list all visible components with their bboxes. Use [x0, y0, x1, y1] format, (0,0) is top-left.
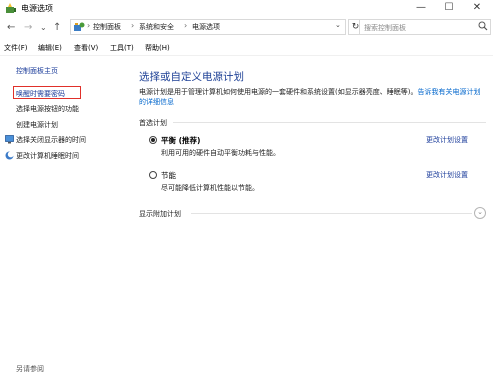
section-divider — [173, 122, 486, 123]
balanced-plan-name[interactable]: 平衡 (推荐) — [161, 135, 200, 146]
power-saver-change-settings-link[interactable]: 更改计划设置 — [426, 170, 468, 180]
sidebar-item-create-plan[interactable]: 创建电源计划 — [16, 120, 58, 130]
show-additional-plans-label[interactable]: 显示附加计划 — [139, 209, 181, 219]
preferred-plans-label: 首选计划 — [139, 119, 167, 127]
display-icon — [5, 135, 14, 144]
menu-file[interactable]: 文件(F) — [4, 43, 28, 53]
expand-chevron-icon[interactable]: ⌄ — [474, 207, 486, 219]
sleep-icon — [5, 151, 14, 160]
see-also-label: 另请参阅 — [16, 365, 44, 373]
power-saver-plan-radio[interactable] — [149, 171, 157, 179]
breadcrumb-separator: › — [87, 21, 91, 30]
breadcrumb-separator: › — [131, 21, 135, 30]
breadcrumb-separator: › — [184, 21, 188, 30]
menu-help[interactable]: 帮助(H) — [145, 43, 170, 53]
section-divider — [191, 213, 472, 214]
control-panel-icon — [74, 22, 85, 31]
window-title: 电源选项 — [21, 4, 53, 13]
menu-edit[interactable]: 编辑(E) — [38, 43, 62, 53]
sidebar-item-display-off[interactable]: 选择关闭显示器的时间 — [16, 135, 86, 145]
sidebar-item-power-button[interactable]: 选择电源按钮的功能 — [16, 104, 79, 114]
power-saver-plan-name[interactable]: 节能 — [161, 170, 176, 181]
power-saver-plan-desc: 尽可能降低计算机性能以节能。 — [161, 184, 259, 192]
address-dropdown-icon[interactable]: ⌄ — [335, 21, 341, 29]
menu-tools[interactable]: 工具(T) — [110, 43, 134, 53]
breadcrumb-power-options[interactable]: 电源选项 — [192, 22, 220, 32]
radio-selected-dot — [151, 138, 155, 142]
sidebar-item-sleep-time[interactable]: 更改计算机睡眠时间 — [16, 151, 79, 161]
close-button[interactable]: ✕ — [463, 0, 491, 17]
recent-locations-dropdown-icon[interactable]: ⌄ — [40, 21, 47, 35]
sidebar-item-wake-password[interactable]: 唤醒时需要密码 — [16, 89, 65, 99]
balanced-change-settings-link[interactable]: 更改计划设置 — [426, 135, 468, 145]
up-arrow-icon[interactable]: ↑ — [53, 21, 61, 35]
maximize-button[interactable]: ☐ — [435, 0, 463, 17]
search-icon — [478, 21, 488, 31]
power-options-icon — [6, 3, 16, 13]
page-title: 选择或自定义电源计划 — [139, 71, 244, 83]
minimize-button[interactable]: — — [407, 0, 435, 17]
description: 电源计划是用于管理计算机如何使用电源的一套硬件和系统设置(如显示器亮度、睡眠等)… — [139, 87, 484, 107]
search-input[interactable]: 搜索控制面板 — [359, 19, 491, 35]
description-text: 电源计划是用于管理计算机如何使用电源的一套硬件和系统设置(如显示器亮度、睡眠等)… — [139, 88, 418, 96]
menu-view[interactable]: 查看(V) — [74, 43, 98, 53]
breadcrumb-system-security[interactable]: 系统和安全 — [139, 22, 174, 32]
sidebar-home-link[interactable]: 控制面板主页 — [16, 66, 58, 76]
breadcrumb-control-panel[interactable]: 控制面板 — [93, 22, 121, 32]
forward-arrow-icon[interactable]: → — [24, 21, 32, 35]
back-arrow-icon[interactable]: ← — [7, 21, 15, 35]
balanced-plan-desc: 利用可用的硬件自动平衡功耗与性能。 — [161, 149, 280, 157]
